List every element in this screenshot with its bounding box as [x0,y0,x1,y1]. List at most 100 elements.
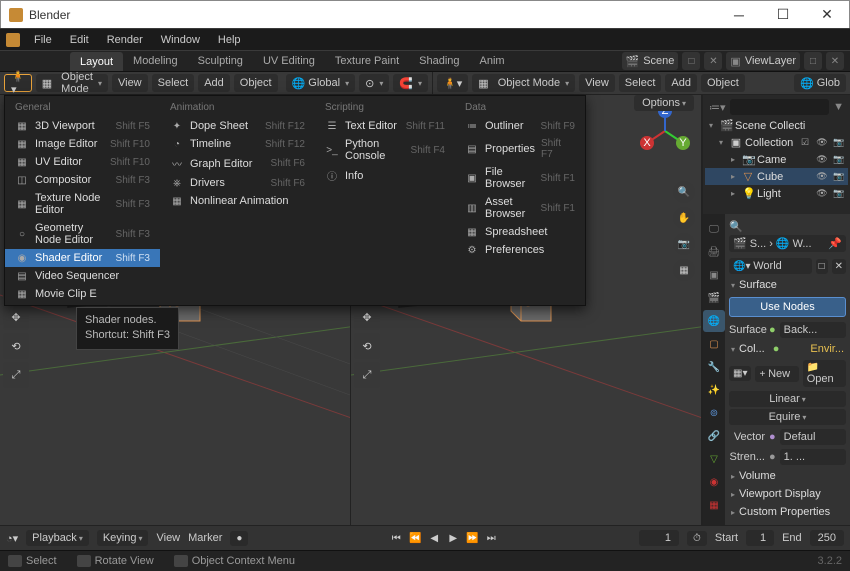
tab-anim[interactable]: Anim [470,51,515,71]
world-del[interactable]: ✕ [832,259,846,274]
rotate-tool[interactable]: ⟲ [3,333,29,359]
visibility-toggle[interactable]: 👁 [815,137,829,148]
outliner-collection-row[interactable]: ▾▣Collection ☑ 👁 📷 [705,134,848,151]
search-icon[interactable]: 🔍 [729,220,743,233]
mode-dropdown-2[interactable]: ▦ Object Mode [472,74,575,92]
menu-item-timeline[interactable]: ◔TimelineShift F12 [160,135,315,153]
menu-object[interactable]: Object [234,74,278,92]
outliner-item-came[interactable]: ▸📷Came👁📷 [705,151,848,168]
marker-menu[interactable]: Marker [188,532,222,544]
menu-item-video-sequencer[interactable]: ▤Video Sequencer [5,267,160,285]
custom-props-header[interactable]: Custom Properties [729,503,846,521]
menu-select-2[interactable]: Select [619,74,662,92]
tab-uv[interactable]: UV Editing [253,51,325,71]
menu-item-geometry-node-editor[interactable]: ○Geometry Node EditorShift F3 [5,219,160,249]
scene-selector[interactable]: 🎬 Scene [622,52,679,70]
jump-start[interactable]: ⏮ [387,529,405,547]
menu-item-info[interactable]: ⓘInfo [315,165,455,186]
menu-file[interactable]: File [26,32,60,48]
view-menu[interactable]: View [156,532,180,544]
menu-help[interactable]: Help [210,32,249,48]
menu-add[interactable]: Add [198,74,230,92]
maximize-button[interactable]: ☐ [761,1,805,29]
menu-select[interactable]: Select [152,74,195,92]
visibility-toggle[interactable]: 👁 [815,154,829,165]
menu-item-movie-clip-e[interactable]: ▦Movie Clip E [5,285,160,303]
tab-object[interactable]: ▢ [703,333,725,355]
editor-type-button-2[interactable]: 🧍▾ [437,74,468,92]
pin-icon[interactable]: 📌 [828,237,842,250]
viewport-display-header[interactable]: Viewport Display [729,485,846,503]
menu-item-image-editor[interactable]: ▦Image EditorShift F10 [5,135,160,153]
play-reverse[interactable]: ◀ [425,529,443,547]
visibility-toggle[interactable]: 👁 [815,188,829,199]
pan-button[interactable]: ✋ [673,207,695,229]
menu-item-file-browser[interactable]: ▣File BrowserShift F1 [455,163,585,193]
menu-item-shader-editor[interactable]: ◉Shader EditorShift F3 [5,249,160,267]
close-button[interactable]: ✕ [805,1,849,29]
render-toggle[interactable]: 📷 [832,188,846,199]
clock-icon[interactable]: ⏱ [687,531,707,546]
open-button[interactable]: 📁Open [803,360,846,387]
keyframe-prev[interactable]: ⏪ [406,529,424,547]
outliner-search[interactable] [730,99,830,115]
tab-particles[interactable]: ✨ [703,379,725,401]
menu-view[interactable]: View [112,74,148,92]
menu-item-dope-sheet[interactable]: ✦Dope SheetShift F12 [160,117,315,135]
menu-render[interactable]: Render [99,32,151,48]
menu-item-asset-browser[interactable]: ▥Asset BrowserShift F1 [455,193,585,223]
outliner-item-light[interactable]: ▸💡Light👁📷 [705,185,848,202]
new-button[interactable]: + New [755,366,798,382]
outliner-item-cube[interactable]: ▸▽Cube👁📷 [705,168,848,185]
volume-header[interactable]: Volume [729,467,846,485]
autokey-button[interactable]: ● [230,531,248,546]
menu-item-outliner[interactable]: ≔OutlinerShift F9 [455,117,585,135]
camera-view-button[interactable]: 📷 [673,233,695,255]
tab-sculpting[interactable]: Sculpting [188,51,253,71]
menu-item-properties[interactable]: ▤PropertiesShift F7 [455,135,585,163]
menu-view-2[interactable]: View [579,74,615,92]
menu-item-texture-node-editor[interactable]: ▦Texture Node EditorShift F3 [5,189,160,219]
tab-scene[interactable]: 🎬 [703,287,725,309]
tab-data[interactable]: ▽ [703,448,725,470]
pivot-dropdown[interactable]: ⊙ [359,74,389,92]
scene-new[interactable]: □ [682,52,700,70]
viewlayer-selector[interactable]: ▣ ViewLayer [726,52,800,70]
outliner-filter[interactable]: ▼ [833,101,844,113]
render-toggle[interactable]: 📷 [832,154,846,165]
tab-material[interactable]: ◉ [703,471,725,493]
viewlayer-del[interactable]: ✕ [826,52,844,70]
tab-modeling[interactable]: Modeling [123,51,188,71]
use-nodes-button[interactable]: Use Nodes [729,297,846,317]
tab-world[interactable]: 🌐 [703,310,725,332]
tab-layout[interactable]: Layout [70,52,123,71]
linear-dropdown[interactable]: Linear [729,391,846,407]
playback-menu[interactable]: Playback [26,530,89,546]
menu-item-3d-viewport[interactable]: ▦3D ViewportShift F5 [5,117,160,135]
color-header[interactable]: Col...●Envir... [729,340,846,358]
surface-header[interactable]: Surface [729,276,846,294]
timeline-type-icon[interactable]: ◔▾ [6,532,18,545]
move-tool[interactable]: ✥ [354,304,380,330]
current-frame[interactable]: 1 [639,530,679,546]
move-tool[interactable]: ✥ [3,304,29,330]
global-2[interactable]: 🌐 Glob [794,74,846,92]
tab-shading[interactable]: Shading [409,51,469,71]
tab-texturepaint[interactable]: Texture Paint [325,51,409,71]
keyframe-next[interactable]: ⏩ [463,529,481,547]
menu-item-drivers[interactable]: ⎈DriversShift F6 [160,174,315,192]
menu-item-uv-editor[interactable]: ▦UV EditorShift F10 [5,153,160,171]
vector-field[interactable]: Defaul [780,429,846,445]
tab-render[interactable]: 🖵 [703,218,725,240]
outliner-type-icon[interactable]: ≔▾ [709,101,726,114]
start-frame[interactable]: 1 [746,530,774,546]
tab-physics[interactable]: ⊚ [703,402,725,424]
tab-modifiers[interactable]: 🔧 [703,356,725,378]
perspective-button[interactable]: ▦ [673,259,695,281]
menu-item-spreadsheet[interactable]: ▦Spreadsheet [455,223,585,241]
render-toggle[interactable]: 📷 [832,171,846,182]
zoom-button[interactable]: 🔍 [673,181,695,203]
options-dropdown[interactable]: Options [634,95,694,111]
minimize-button[interactable]: ─ [717,1,761,29]
tab-output[interactable]: 🖨 [703,241,725,263]
